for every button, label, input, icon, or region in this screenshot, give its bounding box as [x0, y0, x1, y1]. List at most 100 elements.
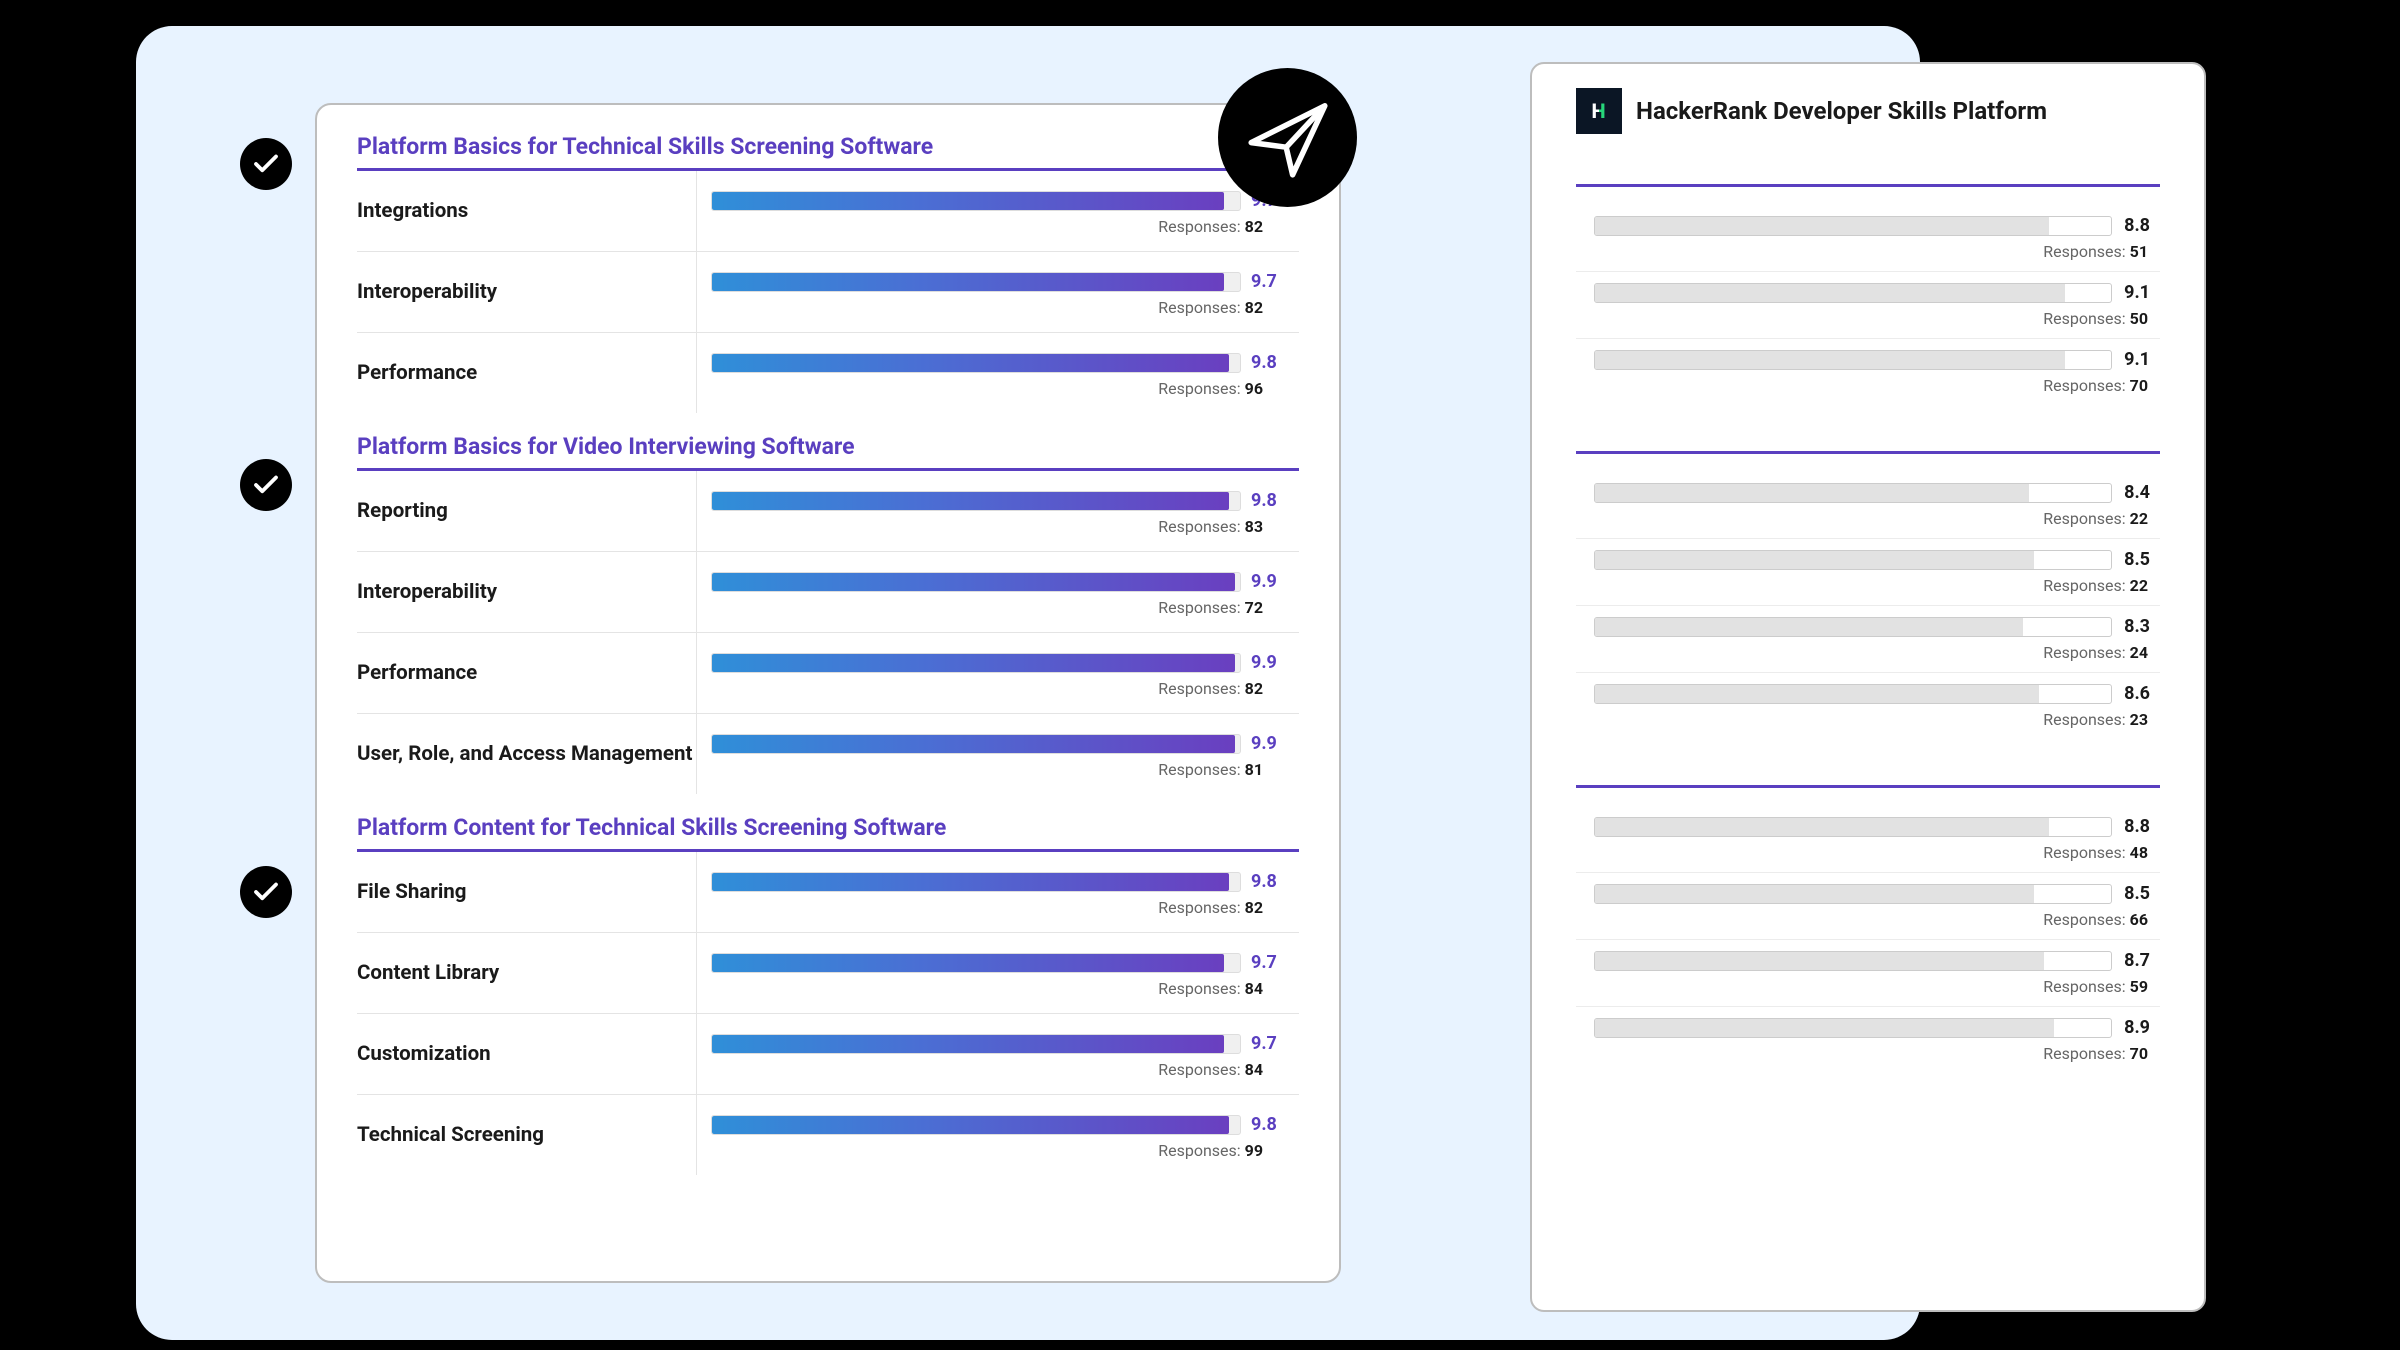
- rating-data: 9.7Responses: 84: [697, 1014, 1299, 1094]
- logo-badge: [1218, 68, 1357, 207]
- responses-count: Responses: 82: [711, 298, 1289, 317]
- rating-label: User, Role, and Access Management: [357, 714, 697, 794]
- ratings-section: Platform Content for Technical Skills Sc…: [357, 814, 1299, 1175]
- section-title: Platform Basics for Video Interviewing S…: [357, 433, 1299, 471]
- check-icon: [240, 866, 292, 918]
- score-value: 9.8: [1251, 871, 1277, 892]
- comparison-rating-row: 8.7Responses: 59: [1576, 940, 2160, 1007]
- score-bar-track: [1594, 216, 2112, 236]
- score-bar-track: [1594, 483, 2112, 503]
- score-value: 9.8: [1251, 490, 1277, 511]
- responses-count: Responses: 84: [711, 1060, 1289, 1079]
- score-bar-track: [711, 953, 1241, 973]
- score-value: 8.8: [2124, 816, 2150, 837]
- section-divider: [1576, 184, 2160, 187]
- rating-label: File Sharing: [357, 852, 697, 932]
- responses-count: Responses: 66: [1594, 910, 2150, 929]
- rating-data: 9.9Responses: 72: [697, 552, 1299, 632]
- rating-row: User, Role, and Access Management9.9Resp…: [357, 714, 1299, 794]
- score-bar-fill: [712, 192, 1224, 210]
- score-bar-fill: [1595, 484, 2029, 502]
- rating-label: Interoperability: [357, 252, 697, 332]
- score-bar-track: [1594, 550, 2112, 570]
- responses-count: Responses: 72: [711, 598, 1289, 617]
- rating-row: Technical Screening 9.8 Responses: 99: [357, 1095, 1299, 1175]
- comparison-header: H HackerRank Developer Skills Platform: [1576, 88, 2160, 134]
- rating-label: Technical Screening: [357, 1095, 697, 1175]
- comparison-rating-row: 8.5Responses: 22: [1576, 539, 2160, 606]
- score-bar-fill: [1595, 1019, 2054, 1037]
- score-value: 8.4: [2124, 482, 2150, 503]
- responses-count: Responses: 70: [1594, 376, 2150, 395]
- score-value: 8.8: [2124, 215, 2150, 236]
- score-bar-fill: [1595, 217, 2049, 235]
- score-value: 9.8: [1251, 1114, 1277, 1135]
- comparison-title: HackerRank Developer Skills Platform: [1636, 97, 2047, 125]
- responses-count: Responses: 50: [1594, 309, 2150, 328]
- score-bar-track: [1594, 817, 2112, 837]
- responses-count: Responses: 22: [1594, 509, 2150, 528]
- check-icon: [240, 138, 292, 190]
- rating-data: 9.9 Responses: 82: [697, 633, 1299, 713]
- score-bar-track: [711, 734, 1241, 754]
- rating-label: Performance: [357, 333, 697, 413]
- rating-label: Interoperability: [357, 552, 697, 632]
- rating-label: Reporting: [357, 471, 697, 551]
- responses-count: Responses: 82: [711, 898, 1289, 917]
- score-value: 9.1: [2124, 349, 2150, 370]
- rating-row: Interoperability9.7Responses: 82: [357, 252, 1299, 333]
- comparison-rating-row: 8.8Responses: 51: [1576, 205, 2160, 272]
- score-value: 8.6: [2124, 683, 2150, 704]
- score-bar-track: [1594, 884, 2112, 904]
- rating-data: 9.9Responses: 81: [697, 714, 1299, 794]
- paper-plane-icon: [1242, 92, 1334, 184]
- rating-row: Content Library9.7Responses: 84: [357, 933, 1299, 1014]
- score-bar-track: [1594, 951, 2112, 971]
- score-bar-fill: [1595, 551, 2034, 569]
- logo-text: H: [1591, 99, 1606, 123]
- score-bar-fill: [1595, 284, 2065, 302]
- section-divider: [1576, 785, 2160, 788]
- comparison-rating-row: 9.1 Responses: 70: [1576, 339, 2160, 405]
- responses-count: Responses: 48: [1594, 843, 2150, 862]
- comparison-rating-row: 8.8 Responses: 48: [1576, 806, 2160, 873]
- score-value: 9.1: [2124, 282, 2150, 303]
- primary-ratings-card: Platform Basics for Technical Skills Scr…: [315, 103, 1341, 1283]
- score-bar-fill: [712, 1035, 1224, 1053]
- check-icon: [240, 459, 292, 511]
- responses-count: Responses: 96: [711, 379, 1289, 398]
- score-bar-fill: [712, 654, 1235, 672]
- rating-data: 9.8Responses: 83: [697, 471, 1299, 551]
- score-bar-fill: [712, 492, 1229, 510]
- score-bar-track: [711, 1115, 1241, 1135]
- score-bar-track: [1594, 684, 2112, 704]
- comparison-rating-row: 8.4 Responses: 22: [1576, 472, 2160, 539]
- score-bar-fill: [712, 573, 1235, 591]
- score-value: 8.3: [2124, 616, 2150, 637]
- score-bar-track: [1594, 617, 2112, 637]
- score-bar-track: [711, 872, 1241, 892]
- responses-count: Responses: 22: [1594, 576, 2150, 595]
- section-title: Platform Basics for Technical Skills Scr…: [357, 133, 1299, 171]
- comparison-section: 8.8 Responses: 48 8.5Responses: 668.7Respo…: [1576, 785, 2160, 1073]
- score-value: 9.9: [1251, 652, 1277, 673]
- score-bar-fill: [712, 1116, 1229, 1134]
- ratings-section: Platform Basics for Video Interviewing S…: [357, 433, 1299, 794]
- comparison-rating-row: 9.1 Responses: 50: [1576, 272, 2160, 339]
- score-bar-track: [1594, 1018, 2112, 1038]
- responses-count: Responses: 82: [711, 679, 1289, 698]
- score-bar-fill: [1595, 885, 2034, 903]
- rating-data: 9.7Responses: 82: [697, 252, 1299, 332]
- comparison-rating-row: 8.5Responses: 66: [1576, 873, 2160, 940]
- responses-count: Responses: 99: [711, 1141, 1289, 1160]
- responses-count: Responses: 84: [711, 979, 1289, 998]
- comparison-rating-row: 8.9Responses: 70: [1576, 1007, 2160, 1073]
- rating-label: Customization: [357, 1014, 697, 1094]
- score-value: 9.7: [1251, 952, 1277, 973]
- score-bar-track: [711, 572, 1241, 592]
- ratings-section: Platform Basics for Technical Skills Scr…: [357, 133, 1299, 413]
- score-bar-fill: [712, 873, 1229, 891]
- score-bar-track: [711, 353, 1241, 373]
- comparison-rating-row: 8.6Responses: 23: [1576, 673, 2160, 739]
- score-bar-track: [711, 1034, 1241, 1054]
